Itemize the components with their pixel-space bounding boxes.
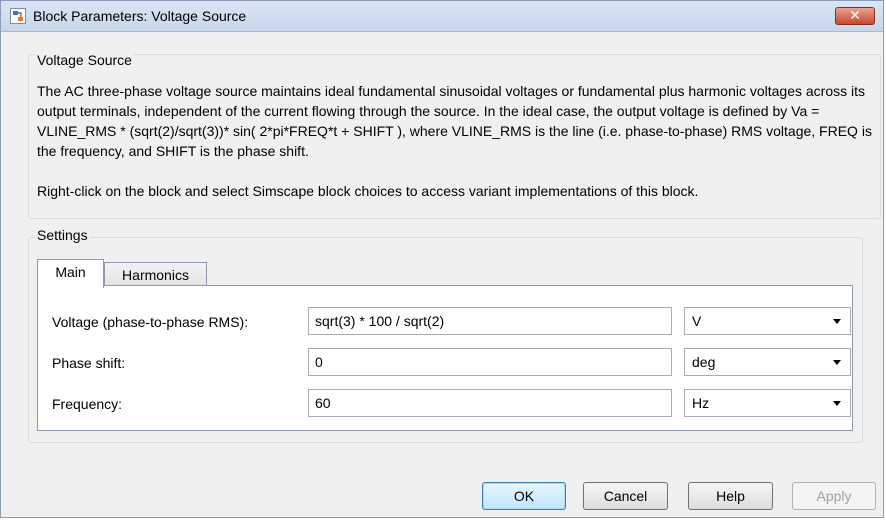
phase-shift-input[interactable] <box>308 348 672 376</box>
phase-shift-unit-select[interactable]: deg <box>684 348 851 376</box>
frequency-input[interactable] <box>308 389 672 417</box>
tab-harmonics-label: Harmonics <box>122 267 189 283</box>
apply-button-label: Apply <box>816 488 852 504</box>
window-title: Block Parameters: Voltage Source <box>33 8 247 24</box>
apply-button[interactable]: Apply <box>792 482 876 510</box>
cancel-button[interactable]: Cancel <box>583 482 668 510</box>
phase-shift-unit-value: deg <box>692 354 716 370</box>
tab-main-label: Main <box>55 264 86 280</box>
phase-shift-label: Phase shift: <box>52 355 126 371</box>
description-paragraph: Right-click on the block and select Sims… <box>37 183 699 199</box>
chevron-down-icon <box>833 360 841 365</box>
title-bar[interactable]: Block Parameters: Voltage Source ✕ <box>1 1 883 32</box>
frequency-unit-select[interactable]: Hz <box>684 389 851 417</box>
frequency-unit-value: Hz <box>692 395 710 411</box>
settings-title: Settings <box>35 227 90 243</box>
description-paragraph: The AC three-phase voltage source mainta… <box>37 83 872 159</box>
voltage-label: Voltage (phase-to-phase RMS): <box>52 314 249 330</box>
close-icon: ✕ <box>849 7 861 23</box>
help-button[interactable]: Help <box>688 482 773 510</box>
chevron-down-icon <box>833 401 841 406</box>
block-description: The AC three-phase voltage source mainta… <box>37 81 877 201</box>
help-button-label: Help <box>716 488 745 504</box>
voltage-input[interactable] <box>308 307 672 335</box>
ok-button[interactable]: OK <box>482 482 566 510</box>
tab-main[interactable]: Main <box>37 259 104 288</box>
frequency-label: Frequency: <box>52 396 123 412</box>
ok-button-label: OK <box>513 488 535 504</box>
block-description-title: Voltage Source <box>35 52 134 68</box>
voltage-unit-value: V <box>692 313 702 329</box>
simulink-block-icon <box>10 8 26 24</box>
close-button[interactable]: ✕ <box>835 7 875 25</box>
voltage-unit-select[interactable]: V <box>684 307 851 335</box>
chevron-down-icon <box>833 319 841 324</box>
dialog-window: Block Parameters: Voltage Source ✕ Volta… <box>0 0 884 518</box>
cancel-button-label: Cancel <box>603 488 648 504</box>
